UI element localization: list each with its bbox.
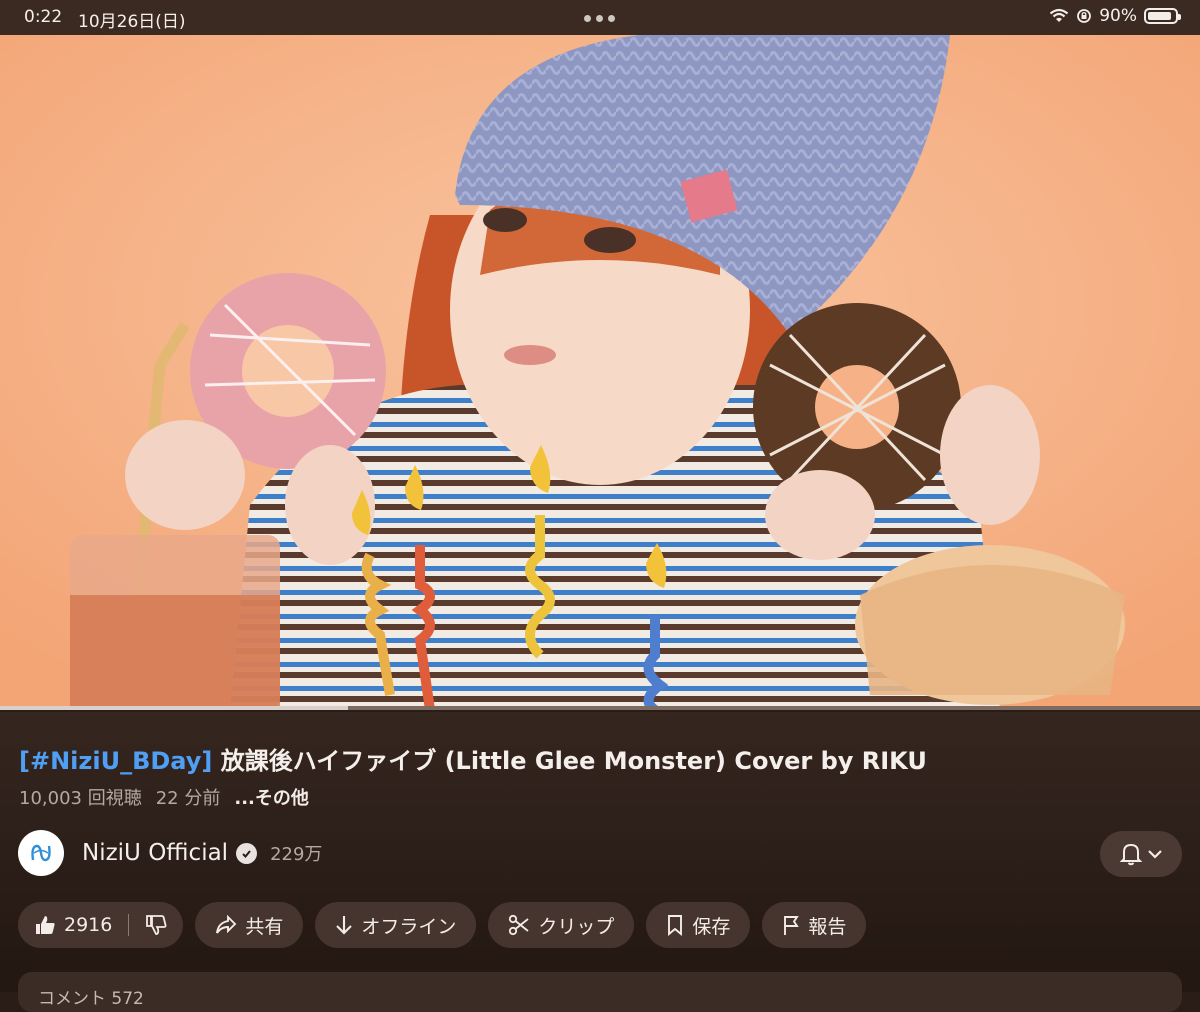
- like-dislike-group: 2916: [18, 902, 184, 948]
- video-progress-bar[interactable]: [0, 706, 1200, 710]
- battery-percent: 90%: [1099, 6, 1137, 26]
- share-button[interactable]: 共有: [195, 902, 304, 948]
- scissors-icon: [509, 914, 529, 936]
- channel-row[interactable]: NiziU Official 229万: [18, 830, 322, 876]
- channel-name[interactable]: NiziU Official: [82, 840, 228, 866]
- comments-label: コメント 572: [38, 989, 144, 1009]
- video-info-panel: [#NiziU_BDay] 放課後ハイファイブ (Little Glee Mon…: [0, 712, 1200, 1012]
- video-frame: [0, 35, 1200, 710]
- save-button[interactable]: 保存: [646, 902, 751, 948]
- channel-avatar[interactable]: [18, 830, 64, 876]
- video-player[interactable]: [0, 35, 1200, 710]
- like-icon[interactable]: [34, 914, 56, 936]
- like-count[interactable]: 2916: [64, 914, 112, 936]
- report-button[interactable]: 報告: [762, 902, 867, 948]
- battery-icon: [1144, 8, 1181, 24]
- save-label: 保存: [692, 915, 731, 938]
- offline-label: オフライン: [361, 915, 457, 938]
- subscriber-count: 229万: [270, 844, 323, 865]
- download-icon: [336, 916, 353, 935]
- niziu-logo-icon: [31, 844, 51, 862]
- status-bar: 0:22 10月26日(日) 90%: [0, 0, 1200, 35]
- status-time: 0:22: [24, 7, 63, 27]
- video-meta[interactable]: 10,003 回視聴 22 分前 ...その他: [19, 784, 309, 810]
- flag-icon: [784, 916, 800, 935]
- like-divider: [128, 914, 130, 936]
- clip-label: クリップ: [538, 915, 615, 938]
- video-title[interactable]: [#NiziU_BDay] 放課後ハイファイブ (Little Glee Mon…: [19, 741, 927, 776]
- notification-bell-button[interactable]: [1100, 831, 1182, 877]
- view-count: 10,003 回視聴: [19, 788, 142, 809]
- report-label: 報告: [808, 915, 847, 938]
- dislike-icon[interactable]: [145, 914, 167, 936]
- bell-icon: [1120, 843, 1142, 866]
- multitasking-dots-icon[interactable]: [584, 15, 615, 22]
- wifi-icon: [1050, 8, 1069, 22]
- comments-card[interactable]: コメント 572: [18, 972, 1182, 1012]
- chevron-down-icon: [1148, 850, 1162, 859]
- title-hashtag-link[interactable]: [#NiziU_BDay]: [19, 747, 212, 775]
- battery-fill: [1148, 12, 1171, 20]
- title-text: 放課後ハイファイブ (Little Glee Monster) Cover by…: [212, 747, 927, 775]
- clip-button[interactable]: クリップ: [488, 902, 635, 948]
- share-icon: [216, 915, 237, 934]
- more-description-link[interactable]: ...その他: [234, 784, 309, 810]
- status-date: 10月26日(日): [78, 12, 186, 32]
- video-progress-fill: [0, 706, 348, 710]
- offline-download-button[interactable]: オフライン: [315, 902, 477, 948]
- action-bar: 2916 共有 オフライン クリップ 保存 報告: [18, 902, 867, 948]
- share-label: 共有: [245, 915, 284, 938]
- verified-badge-icon: [236, 842, 258, 864]
- bookmark-icon: [668, 915, 683, 936]
- orientation-lock-icon: [1077, 9, 1092, 23]
- upload-time: 22 分前: [155, 788, 221, 809]
- status-indicators: 90%: [1049, 6, 1181, 26]
